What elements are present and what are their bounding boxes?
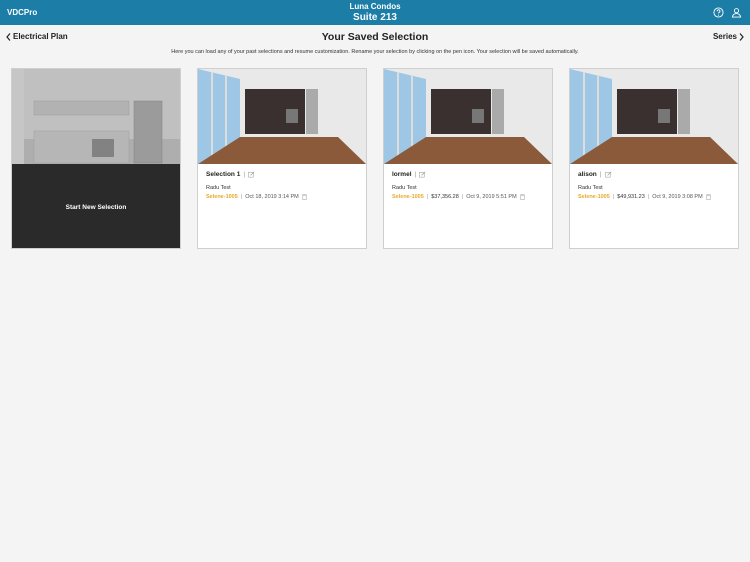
selection-date: Oct 18, 2019 3:14 PM [245,194,299,200]
selection-series: Selene-1005 [206,194,238,200]
separator: | [599,171,602,178]
selection-series: Selene-1005 [392,194,424,200]
selection-date: Oct 9, 2019 5:51 PM [466,194,517,200]
separator: | [426,194,429,200]
kitchen-preview-image [570,69,738,164]
trash-icon[interactable] [705,194,711,200]
separator: | [414,171,417,178]
kitchen-preview-image [198,69,366,164]
trash-icon[interactable] [301,194,307,200]
selection-series: Selene-1005 [578,194,610,200]
saved-selection-card[interactable]: alison | Radu Test Selene-1005 | $49,931… [569,68,739,249]
selection-name: Selection 1 [206,171,241,178]
chevron-right-icon [739,32,744,41]
kitchen-preview-image [384,69,552,164]
start-new-selection-card[interactable]: Start New Selection [11,68,181,249]
edit-pen-icon[interactable] [419,171,426,178]
next-to-series[interactable]: Series [713,32,744,41]
user-icon[interactable] [731,7,742,18]
separator: | [647,194,650,200]
selection-name: lormel [392,171,412,178]
help-circle-icon[interactable] [713,7,724,18]
saved-selection-card[interactable]: Selection 1 | Radu Test Selene-1005 | Oc… [197,68,367,249]
selection-user: Radu Test [206,185,231,191]
selection-price: $37,356.28 [431,194,459,200]
top-bar: VDCPro Luna Condos Suite 213 [0,0,750,25]
selection-price: $49,931.23 [617,194,645,200]
page-title: Your Saved Selection [321,31,429,43]
edit-pen-icon[interactable] [604,171,612,178]
page-subtitle: Here you can load any of your past selec… [171,49,579,55]
separator: | [461,194,464,200]
trash-icon[interactable] [519,194,525,200]
separator: | [612,194,615,200]
selection-date: Oct 9, 2019 3:08 PM [652,194,703,200]
kitchen-preview-image [12,69,180,164]
selection-name: alison [578,171,597,178]
saved-selection-card[interactable]: lormel | Radu Test Selene-1005 | $37,356… [383,68,553,249]
next-label: Series [712,32,737,41]
separator: | [243,171,246,178]
suite-name: Suite 213 [353,12,397,23]
project-name: Luna Condos [349,2,401,11]
selection-user: Radu Test [392,185,417,191]
start-new-selection-label[interactable]: Start New Selection [12,165,180,249]
separator: | [240,194,243,200]
edit-pen-icon[interactable] [248,171,255,178]
selection-user: Radu Test [578,185,603,191]
